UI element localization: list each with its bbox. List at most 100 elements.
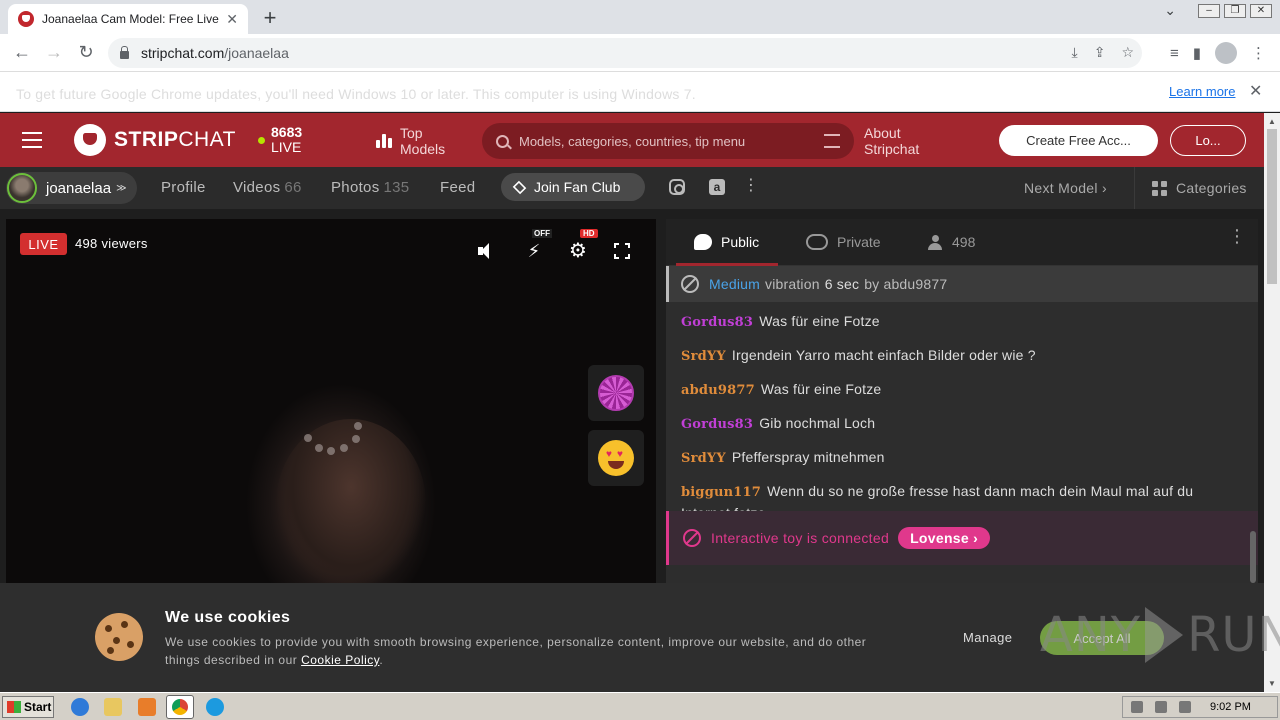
windows-logo-icon: [7, 701, 21, 713]
live-model-count[interactable]: 8683 LIVE: [258, 125, 302, 155]
amazon-icon[interactable]: a: [709, 179, 725, 195]
cookie-policy-link[interactable]: Cookie Policy: [301, 653, 379, 667]
user-icon: [928, 235, 942, 250]
search-input[interactable]: [519, 133, 809, 149]
reaction-button[interactable]: ♥ ♥: [588, 430, 644, 486]
bookmark-star-icon[interactable]: ☆: [1121, 44, 1134, 61]
scrollbar-thumb[interactable]: [1267, 129, 1277, 284]
tab-feed[interactable]: Feed: [440, 179, 475, 196]
chat-username[interactable]: SrdYY: [681, 451, 726, 466]
scroll-up-icon[interactable]: ▲: [1268, 117, 1276, 126]
about-stripchat-link[interactable]: About Stripchat: [864, 125, 919, 157]
live-dot-icon: [258, 137, 265, 144]
tab-search-chevron-icon[interactable]: ⌄: [1164, 2, 1176, 19]
video-frame-detail: [304, 434, 312, 442]
address-bar[interactable]: stripchat.com/joanaelaa ⤓ ⇪ ☆: [108, 38, 1142, 68]
infobar-close-icon[interactable]: ✕: [1249, 81, 1262, 101]
lock-icon[interactable]: [120, 46, 129, 59]
reload-button[interactable]: ↻: [75, 42, 97, 63]
off-badge: OFF: [532, 229, 552, 238]
gear-icon[interactable]: ⚙: [568, 241, 588, 261]
private-chat-icon: [806, 234, 828, 250]
windows-taskbar: Start 9:02 PM: [0, 692, 1280, 720]
next-model-link[interactable]: Next Model ›: [1024, 180, 1107, 196]
chat-scrollbar[interactable]: [1250, 531, 1256, 583]
lovense-button[interactable]: Lovense ›: [898, 527, 991, 549]
search-icon: [496, 134, 509, 148]
hamburger-menu-icon[interactable]: [22, 132, 42, 148]
chat-username[interactable]: biggun117: [681, 485, 761, 500]
login-button[interactable]: Lo...: [1170, 125, 1246, 156]
chat-message: Gordus83 Gib nochmal Loch: [681, 413, 1241, 435]
flag-tray-icon[interactable]: [1179, 701, 1191, 713]
chrome-taskbar-button[interactable]: [166, 695, 194, 719]
url-text[interactable]: stripchat.com/joanaelaa: [141, 45, 289, 61]
media-player-icon[interactable]: [138, 698, 156, 716]
tab-public[interactable]: Public: [694, 234, 759, 250]
volume-icon[interactable]: [476, 241, 496, 261]
chat-message: Gordus83 Was für eine Fotze: [681, 311, 1241, 333]
install-app-icon[interactable]: ⤓: [1072, 44, 1078, 61]
profile-avatar-icon[interactable]: [1215, 42, 1237, 64]
create-account-button[interactable]: Create Free Acc...: [999, 125, 1158, 156]
scroll-down-icon[interactable]: ▼: [1268, 679, 1276, 688]
manage-cookies-button[interactable]: Manage: [963, 630, 1012, 645]
side-panel-icon[interactable]: ▮: [1193, 44, 1201, 62]
network-tray-icon[interactable]: [1155, 701, 1167, 713]
model-nav-bar: joanaelaa ≫ Profile Videos 66 Photos 135 F…: [0, 167, 1264, 209]
learn-more-link[interactable]: Learn more: [1169, 84, 1235, 99]
join-fan-club-button[interactable]: Join Fan Club: [501, 173, 645, 201]
chat-username[interactable]: abdu9877: [681, 383, 755, 398]
start-button[interactable]: Start: [2, 696, 54, 718]
page-scrollbar[interactable]: ▲ ▼: [1264, 113, 1280, 692]
restore-button[interactable]: ❐: [1224, 3, 1246, 18]
new-tab-button[interactable]: +: [258, 5, 282, 31]
tab-private[interactable]: Private: [806, 234, 881, 250]
chat-panel: Public Private 498 ⋮ Medium vibration 6 …: [666, 219, 1258, 583]
categories-button[interactable]: Categories: [1152, 180, 1247, 196]
model-user-pill[interactable]: joanaelaa ≫: [6, 172, 137, 204]
chrome-icon: [172, 699, 188, 715]
tab-users[interactable]: 498: [928, 234, 975, 250]
stripchat-logo[interactable]: STRIPCHAT: [74, 124, 236, 156]
search-box[interactable]: [482, 123, 854, 159]
video-player[interactable]: LIVE 498 viewers ⚡ OFF ⚙ HD ♥ ♥: [6, 219, 656, 583]
vibration-icon: [681, 275, 699, 293]
minimize-button[interactable]: –: [1198, 3, 1220, 18]
tab-close-icon[interactable]: ✕: [226, 11, 238, 28]
edge-icon[interactable]: [206, 698, 224, 716]
window-controls: ⌄ – ❐ ✕: [1164, 2, 1272, 19]
chat-options-icon[interactable]: ⋮: [1228, 227, 1246, 245]
fullscreen-icon[interactable]: [613, 242, 631, 260]
tab-photos[interactable]: Photos 135: [331, 179, 409, 196]
file-explorer-icon[interactable]: [104, 698, 122, 716]
back-button[interactable]: ←: [11, 42, 33, 63]
more-options-icon[interactable]: ⋮: [743, 178, 759, 195]
wheel-of-fortune-button[interactable]: [588, 365, 644, 421]
top-models-link[interactable]: Top Models: [376, 125, 445, 157]
chrome-menu-icon[interactable]: ⋮: [1251, 44, 1266, 62]
chat-username[interactable]: Gordus83: [681, 315, 753, 330]
divider: [1134, 167, 1135, 209]
media-queue-icon[interactable]: ≡: [1170, 45, 1179, 62]
video-frame-figure: [276, 419, 426, 583]
forward-button[interactable]: →: [43, 42, 65, 63]
volume-tray-icon[interactable]: [1131, 701, 1143, 713]
filter-icon[interactable]: [824, 134, 840, 148]
browser-tab[interactable]: Joanaelaa Cam Model: Free Live Sex ✕: [8, 4, 248, 34]
tab-profile[interactable]: Profile: [161, 179, 206, 196]
vibration-notice: Medium vibration 6 sec by abdu9877: [666, 266, 1258, 302]
avatar: [7, 173, 37, 203]
tab-title: Joanaelaa Cam Model: Free Live Sex: [42, 12, 220, 26]
chat-message-text: Pfefferspray mitnehmen: [731, 449, 885, 465]
share-icon[interactable]: ⇪: [1094, 44, 1106, 61]
lightning-icon[interactable]: ⚡: [524, 241, 544, 261]
chat-username[interactable]: Gordus83: [681, 417, 753, 432]
close-window-button[interactable]: ✕: [1250, 3, 1272, 18]
tab-videos[interactable]: Videos 66: [233, 179, 302, 196]
video-frame-detail: [315, 444, 323, 452]
internet-explorer-icon[interactable]: [71, 698, 89, 716]
chat-username[interactable]: SrdYY: [681, 349, 726, 364]
chat-message: abdu9877 Was für eine Fotze: [681, 379, 1241, 401]
instagram-icon[interactable]: [669, 179, 685, 195]
